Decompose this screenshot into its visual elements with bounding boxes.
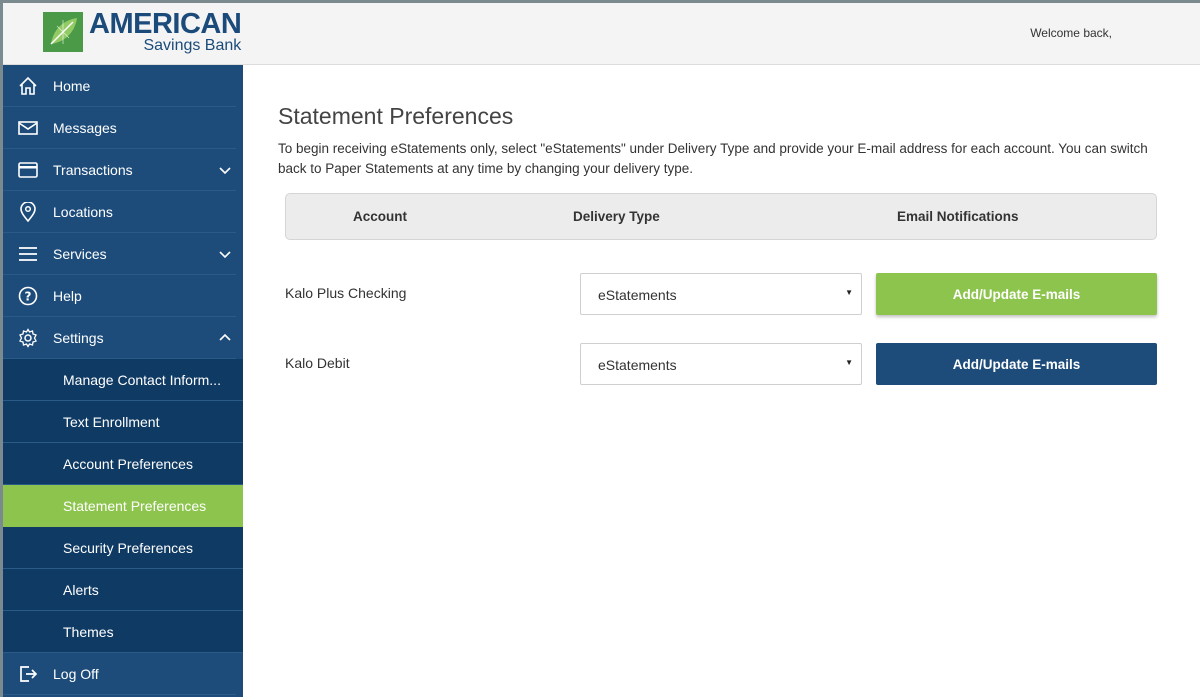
logo-subtitle: Savings Bank: [143, 37, 242, 54]
column-header-email-notifications: Email Notifications: [897, 209, 1019, 224]
sidebar-item-label: Transactions: [53, 161, 133, 178]
sidebar-subitem-manage-contact[interactable]: Manage Contact Inform...: [3, 359, 243, 401]
sidebar-subitem-themes[interactable]: Themes: [3, 611, 243, 653]
sidebar-item-label: Home: [53, 77, 91, 94]
sidebar-item-transactions[interactable]: Transactions: [3, 149, 236, 191]
column-header-delivery-type: Delivery Type: [573, 209, 660, 224]
page-title: Statement Preferences: [278, 103, 514, 129]
dropdown-arrow-icon: ▼: [845, 358, 853, 367]
account-name: Kalo Debit: [285, 355, 350, 371]
map-pin-icon: [3, 191, 53, 233]
bank-logo[interactable]: AMERICAN Savings Bank: [43, 8, 242, 54]
sidebar-item-label: Locations: [53, 203, 113, 220]
sidebar-item-messages[interactable]: Messages: [3, 107, 236, 149]
sidebar-subitem-account-preferences[interactable]: Account Preferences: [3, 443, 243, 485]
sidebar-subitem-statement-preferences[interactable]: Statement Preferences: [3, 485, 243, 527]
sidebar-item-services[interactable]: Services: [3, 233, 236, 275]
add-update-emails-button[interactable]: Add/Update E-mails: [876, 273, 1157, 315]
menu-icon: [3, 233, 53, 275]
logout-icon: [3, 653, 53, 695]
intro-text: To begin receiving eStatements only, sel…: [278, 141, 1148, 176]
sidebar-item-home[interactable]: Home: [3, 65, 236, 107]
logo-title: AMERICAN: [89, 8, 242, 40]
card-icon: [3, 149, 53, 191]
envelope-icon: [3, 107, 53, 149]
help-icon: ?: [3, 275, 53, 317]
sidebar-item-label: Services: [53, 245, 107, 262]
column-header-account: Account: [353, 209, 407, 224]
account-name: Kalo Plus Checking: [285, 285, 407, 301]
delivery-type-select[interactable]: eStatements ▼: [580, 343, 862, 385]
sidebar-subitem-text-enrollment[interactable]: Text Enrollment: [3, 401, 243, 443]
sidebar-item-label: Help: [53, 287, 82, 304]
sidebar-item-help[interactable]: ? Help: [3, 275, 236, 317]
gear-icon: [3, 317, 53, 359]
add-update-emails-button[interactable]: Add/Update E-mails: [876, 343, 1157, 385]
sidebar-item-label: Log Off: [53, 665, 99, 682]
dropdown-arrow-icon: ▼: [845, 288, 853, 297]
sidebar-item-settings[interactable]: Settings: [3, 317, 236, 359]
sidebar-item-label: Settings: [53, 329, 104, 346]
sidebar-item-logoff[interactable]: Log Off: [3, 653, 236, 695]
chevron-down-icon[interactable]: [216, 245, 234, 263]
main-content: Statement Preferences To begin receiving…: [243, 65, 1200, 697]
svg-text:?: ?: [25, 289, 32, 303]
app-window: AMERICAN Savings Bank Welcome back, Home…: [3, 3, 1200, 697]
top-header: AMERICAN Savings Bank Welcome back,: [3, 3, 1200, 65]
chevron-down-icon[interactable]: [216, 161, 234, 179]
sidebar-subitem-alerts[interactable]: Alerts: [3, 569, 243, 611]
sidebar-item-label: Messages: [53, 119, 117, 136]
select-value: eStatements: [598, 287, 677, 303]
welcome-text: Welcome back,: [1030, 26, 1112, 40]
leaf-logo-icon: [43, 12, 83, 52]
sidebar: Home Messages Transactions Locations Ser…: [3, 65, 243, 697]
sidebar-item-locations[interactable]: Locations: [3, 191, 236, 233]
select-value: eStatements: [598, 357, 677, 373]
table-header: Account Delivery Type Email Notification…: [285, 193, 1157, 240]
chevron-up-icon[interactable]: [216, 329, 234, 347]
delivery-type-select[interactable]: eStatements ▼: [580, 273, 862, 315]
sidebar-subitem-security-preferences[interactable]: Security Preferences: [3, 527, 243, 569]
home-icon: [3, 65, 53, 107]
